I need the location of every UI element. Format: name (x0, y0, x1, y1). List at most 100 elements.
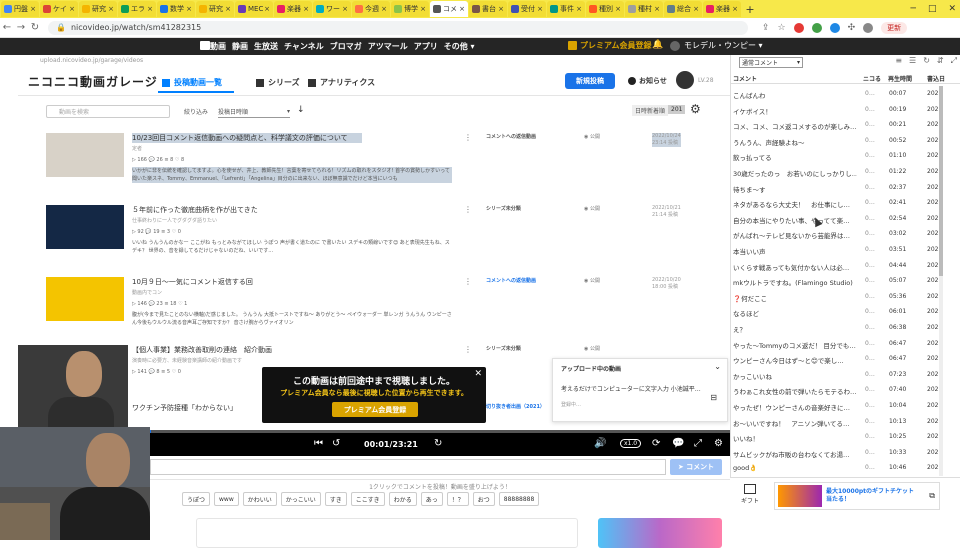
tab-close-icon[interactable]: × (615, 5, 621, 13)
tab-close-icon[interactable]: × (420, 5, 426, 13)
niko-count[interactable]: 0… (865, 308, 875, 315)
browser-tab[interactable]: 今週 × (352, 1, 390, 17)
niko-count[interactable]: 0… (865, 433, 875, 440)
expand-icon[interactable]: ⤢ (951, 56, 957, 66)
video-title[interactable]: 10/23回目コメント返信動画への疑問点と、科学議文の評価について (132, 133, 362, 143)
maximize-icon[interactable]: □ (928, 4, 937, 14)
comment-row[interactable]: うんうん、声経験よね～ 0… 00:52 202 (731, 133, 960, 149)
video-search-input[interactable]: 動画を検索 (46, 105, 170, 118)
niko-count[interactable]: 0… (865, 152, 875, 159)
comment-row[interactable]: かっこいいね 0… 07:23 202 (731, 367, 960, 383)
refresh-icon[interactable]: ↻ (923, 56, 930, 66)
video-row[interactable]: ５年前に作った徹底曲柄を作が出てきた 仕事終わりに一人でグダグダ語りたい ▷ 92 … (18, 205, 730, 275)
more-options-icon[interactable]: ⋮ (464, 133, 472, 142)
nico-menu-item[interactable]: アプリ (414, 41, 438, 52)
video-thumbnail[interactable] (46, 133, 124, 177)
niko-count[interactable]: 0… (865, 121, 875, 128)
tab-close-icon[interactable]: × (498, 5, 504, 13)
tab-close-icon[interactable]: × (303, 5, 309, 13)
comment-submit-button[interactable]: ➤ コメント (670, 459, 722, 475)
video-series-status[interactable]: コメントへの返信動画 (486, 133, 536, 140)
browser-tab[interactable]: 数学 × (157, 1, 195, 17)
niko-count[interactable]: 0… (865, 262, 875, 269)
nico-menu-item[interactable]: 静画 (232, 41, 248, 52)
date-sort-label[interactable]: 日時新着順 (632, 105, 669, 116)
notice-link[interactable]: お知らせ (628, 76, 667, 86)
tab-posted-videos[interactable]: 投稿動画一覧 (162, 77, 222, 88)
comment-row[interactable]: いいね！ 0… 10:25 202 (731, 429, 960, 445)
browser-tab[interactable]: ケイ × (40, 1, 78, 17)
share-icon[interactable]: ⇪ (762, 23, 770, 33)
premium-signup-button[interactable]: プレミアム会員登録 (332, 402, 418, 417)
col-date[interactable]: 書込日 (927, 74, 945, 83)
niko-count[interactable]: 0… (865, 246, 875, 253)
tab-close-icon[interactable]: × (69, 5, 75, 13)
comment-row[interactable]: mkウルトラですね。(Flamingo Studio) 0… 05:07 202 (731, 273, 960, 289)
update-button[interactable]: 更新 (881, 21, 908, 34)
rewind-10-icon[interactable]: ↺ (332, 438, 340, 449)
close-icon[interactable]: ✕ (948, 4, 956, 14)
quick-comment-button[interactable]: かっこいい (280, 492, 321, 506)
playback-speed[interactable]: x1.0 (620, 439, 642, 448)
filter-icon[interactable]: ☰ (909, 56, 916, 66)
tab-close-icon[interactable]: × (30, 5, 36, 13)
comment-type-select[interactable]: 通常コメント ▾ (739, 56, 803, 68)
browser-tab[interactable]: 事件 × (547, 1, 585, 17)
browser-tab[interactable]: 研究 × (79, 1, 117, 17)
scrollbar[interactable] (939, 86, 943, 476)
browser-tab[interactable]: 博学 × (391, 1, 429, 17)
niko-count[interactable]: 0… (865, 277, 875, 284)
browser-tab[interactable]: MEC × (235, 1, 273, 17)
video-row[interactable]: 10/23回目コメント返信動画への疑問点と、科学議文の評価について 定者 ▷ 166… (18, 133, 730, 203)
seek-bar[interactable] (150, 430, 730, 433)
niko-count[interactable]: 0… (865, 340, 875, 347)
new-tab-button[interactable]: + (742, 1, 758, 17)
tab-close-icon[interactable]: × (147, 5, 153, 13)
comment-row[interactable]: サムビックがね市販の台わなくてお湯… 0… 10:33 202 (731, 445, 960, 461)
quick-comment-button[interactable]: ここすき (350, 492, 385, 506)
tab-close-icon[interactable]: × (576, 5, 582, 13)
banner-card[interactable] (598, 518, 722, 548)
niko-count[interactable]: 0… (865, 215, 875, 222)
profile-avatar[interactable] (863, 22, 874, 33)
video-title[interactable]: 【個人事業】業務改善取削の連絡 紹介動画 (132, 345, 362, 355)
comment-row[interactable]: 30歳だったのっ お若いのにしっかりし… 0… 01:22 202 (731, 164, 960, 180)
extension-icon[interactable] (793, 22, 804, 33)
browser-tab[interactable]: エラ × (118, 1, 156, 17)
nico-menu-item[interactable]: ブロマガ (330, 41, 362, 52)
menu-icon[interactable]: ≡ (895, 56, 902, 66)
scrollbar-thumb[interactable] (939, 86, 943, 276)
filter-button[interactable]: 絞り込み (184, 107, 208, 116)
quick-comment-button[interactable]: おつ (472, 492, 495, 506)
comment-row[interactable]: うわぁこれ女性の前で弾いたらモテるわ… 0… 07:40 202 (731, 382, 960, 398)
nico-menu-item[interactable]: 動画 (210, 41, 226, 52)
browser-tab[interactable]: 受付 × (508, 1, 546, 17)
video-series-status[interactable]: 切り抜き者出画（2021） (486, 403, 545, 410)
comment-row[interactable]: ❓何だここ 0… 05:36 202 (731, 289, 960, 305)
video-series-status[interactable]: シリーズ未分類 (486, 205, 521, 212)
browser-tab[interactable]: 楽器 × (703, 1, 741, 17)
nico-menu-item[interactable]: 生放送 (254, 41, 278, 52)
comment-input[interactable] (150, 459, 666, 475)
url-field[interactable]: 🔒 nicovideo.jp/watch/sm41282315 (48, 20, 748, 35)
sort-select[interactable]: 投稿日時順 ▾ (218, 105, 290, 118)
comment-row[interactable]: コメ、コメ、コメ返コメするのが楽しみ… 0… 00:21 202 (731, 117, 960, 133)
nico-menu-item[interactable]: その他 ▾ (444, 41, 475, 52)
niko-count[interactable]: 0… (865, 449, 875, 456)
niko-count[interactable]: 0… (865, 293, 875, 300)
browser-tab[interactable]: 書台 × (469, 1, 507, 17)
niko-count[interactable]: 0… (865, 199, 875, 206)
niko-count[interactable]: 0… (865, 324, 875, 331)
extension-icon[interactable] (811, 22, 822, 33)
niko-count[interactable]: 0… (865, 90, 875, 97)
browser-tab[interactable]: 総合 × (664, 1, 702, 17)
skip-back-icon[interactable]: ⏮ (314, 438, 323, 449)
extension-icon[interactable] (829, 22, 840, 33)
niko-count[interactable]: 0… (865, 184, 875, 191)
puzzle-icon[interactable]: ✣ (848, 23, 856, 33)
tab-close-icon[interactable]: × (459, 5, 465, 13)
browser-tab[interactable]: ワー × (313, 1, 351, 17)
premium-link[interactable]: プレミアム会員登録 (568, 40, 651, 51)
tv-icon[interactable] (200, 41, 210, 50)
niko-count[interactable]: 0… (865, 168, 875, 175)
